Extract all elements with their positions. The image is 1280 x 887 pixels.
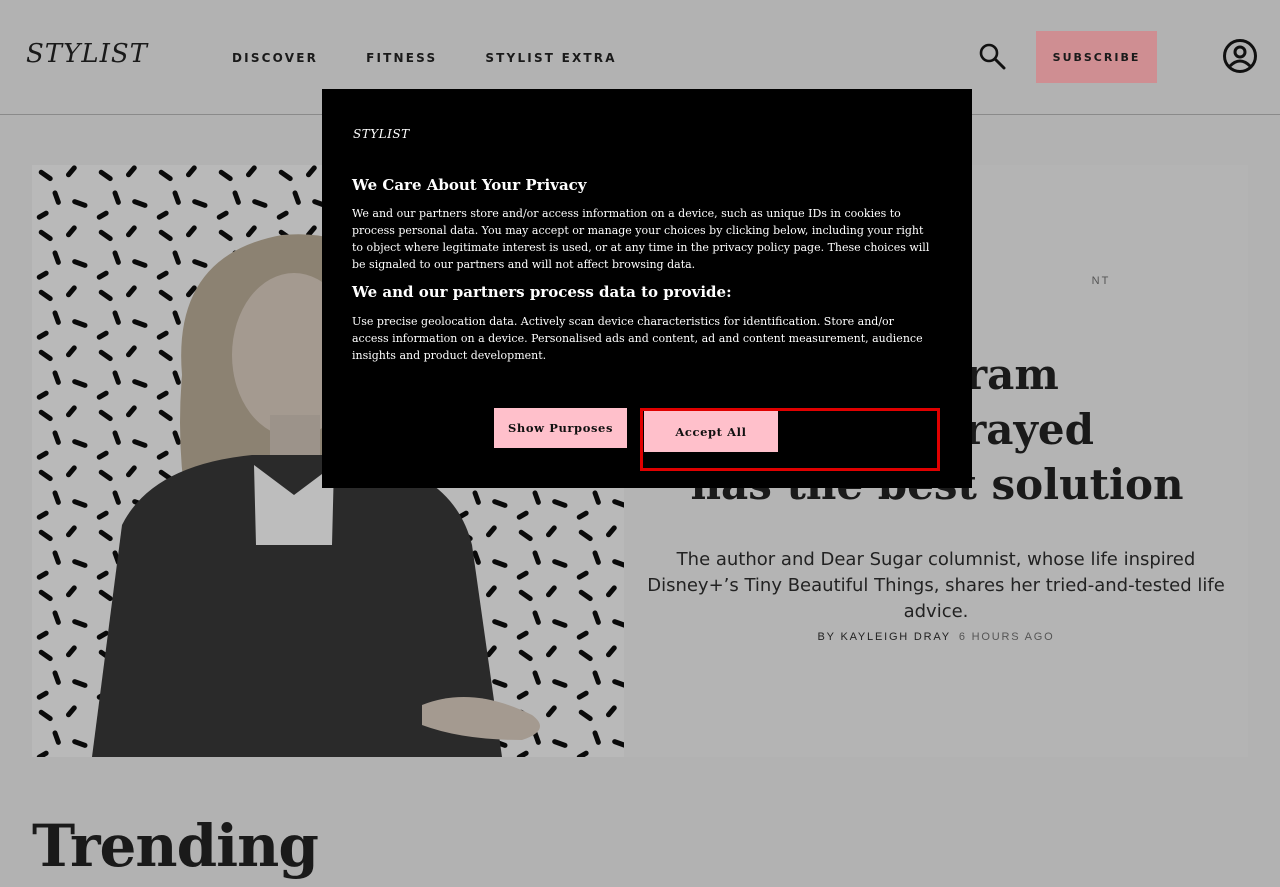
category-label-text[interactable]: NT: [1092, 275, 1111, 287]
subscribe-button[interactable]: SUBSCRIBE: [1036, 31, 1157, 83]
dialog-description: We and our partners store and/or access …: [352, 207, 930, 271]
nav-stylist-extra[interactable]: STYLIST EXTRA: [485, 51, 616, 65]
stylist-logo[interactable]: STYLIST: [26, 39, 148, 69]
show-purposes-button[interactable]: Show Purposes: [494, 408, 627, 448]
main-nav: DISCOVER FITNESS STYLIST EXTRA: [232, 51, 617, 65]
dialog-purposes-text: Use precise geolocation data. Actively s…: [352, 315, 923, 362]
dialog-subtitle: We and our partners process data to prov…: [352, 283, 732, 301]
byline: BY KAYLEIGH DRAY 6 HOURS AGO: [624, 631, 1248, 643]
search-icon[interactable]: [978, 42, 1006, 70]
account-icon[interactable]: [1222, 38, 1258, 74]
byline-time: 6 HOURS AGO: [958, 631, 1055, 643]
dialog-logo: STYLIST: [353, 127, 410, 141]
nav-fitness[interactable]: FITNESS: [366, 51, 437, 65]
nav-discover[interactable]: DISCOVER: [232, 51, 318, 65]
byline-author[interactable]: BY KAYLEIGH DRAY: [818, 631, 951, 643]
highlight-box: [640, 408, 940, 471]
article-standfirst: The author and Dear Sugar columnist, who…: [647, 549, 1225, 622]
dialog-title: We Care About Your Privacy: [352, 176, 587, 194]
trending-heading: Trending: [32, 812, 319, 880]
